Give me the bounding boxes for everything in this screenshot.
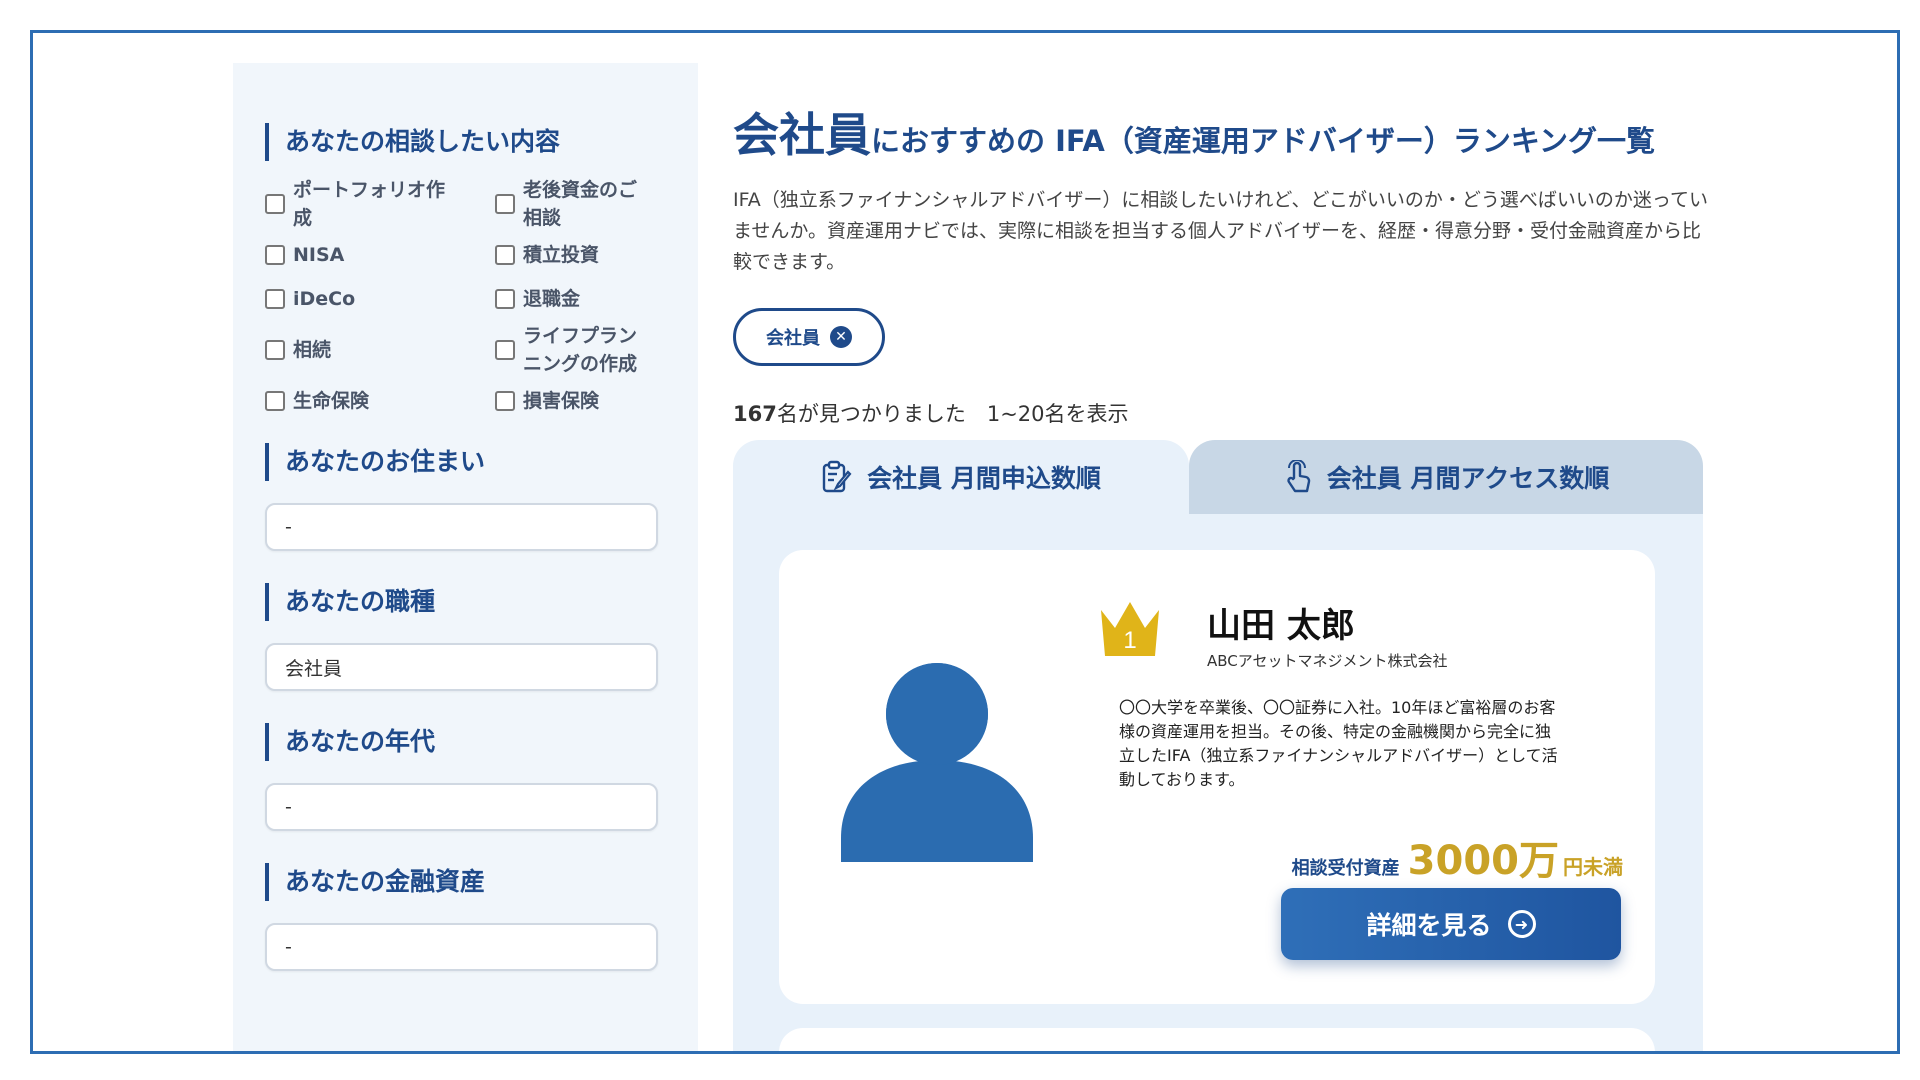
- arrow-right-icon: ➜: [1507, 910, 1536, 938]
- option-label: 生命保険: [293, 390, 370, 412]
- consult-heading: あなたの相談したい内容: [265, 123, 666, 161]
- tab-monthly-access[interactable]: 会社員 月間アクセス数順: [1189, 440, 1703, 514]
- advisor-company: ABCアセットマネジメント株式会社: [1207, 652, 1448, 670]
- advisor-name: 山田 太郎: [1207, 606, 1355, 646]
- occupation-select[interactable]: 会社員: [265, 643, 658, 691]
- tab-monthly-applications[interactable]: 会社員 月間申込数順: [733, 440, 1189, 514]
- next-advisor-card[interactable]: [779, 1028, 1655, 1051]
- checkbox[interactable]: [265, 194, 285, 214]
- checkbox[interactable]: [265, 245, 285, 265]
- option-life-plan[interactable]: ライフプランニングの作成: [495, 321, 665, 379]
- option-nonlife-insurance[interactable]: 損害保険: [495, 379, 665, 423]
- result-number: 167: [733, 402, 777, 426]
- option-label: NISA: [293, 244, 345, 266]
- advisor-card[interactable]: 1 山田 太郎 ABCアセットマネジメント株式会社 〇〇大学を卒業後、〇〇証券に…: [779, 550, 1655, 1004]
- age-heading: あなたの年代: [265, 723, 666, 761]
- chip-label: 会社員: [766, 328, 820, 349]
- checkbox[interactable]: [495, 194, 515, 214]
- checkbox[interactable]: [265, 340, 285, 360]
- occupation-heading: あなたの職種: [265, 583, 666, 621]
- result-count: 167名が見つかりました 1~20名を表示: [733, 398, 1723, 428]
- asset-range: 相談受付資産 3000万 円未満: [1292, 828, 1623, 886]
- option-portfolio[interactable]: ポートフォリオ作成: [265, 175, 495, 233]
- detail-button[interactable]: 詳細を見る ➜: [1281, 888, 1621, 960]
- main-content: 会社員におすすめの IFA（資産運用アドバイザー）ランキング一覧 IFA（独立系…: [733, 63, 1723, 1051]
- tap-hand-icon: [1287, 460, 1310, 493]
- option-label: 相続: [293, 339, 332, 361]
- option-retirement-funds[interactable]: 老後資金のご相談: [495, 175, 665, 233]
- page-frame: あなたの相談したい内容 ポートフォリオ作成 老後資金のご相談 NISA 積立投資…: [30, 30, 1900, 1054]
- asset-label: 相談受付資産: [1291, 858, 1400, 879]
- option-label: 損害保険: [523, 390, 600, 412]
- checkbox[interactable]: [265, 391, 285, 411]
- age-select[interactable]: -: [265, 783, 658, 831]
- asset-amount: 3000万: [1407, 838, 1559, 884]
- option-ideco[interactable]: iDeCo: [265, 277, 495, 321]
- assets-select[interactable]: -: [265, 923, 658, 971]
- checkbox[interactable]: [495, 245, 515, 265]
- tab-label: 会社員 月間申込数順: [867, 464, 1101, 493]
- option-label: ライフプランニングの作成: [523, 325, 638, 375]
- clipboard-edit-icon: [822, 460, 852, 493]
- crown-icon: 1: [1101, 602, 1159, 656]
- ranking-tabs: 会社員 月間申込数順 会社員 月間アクセス数順: [733, 440, 1703, 514]
- active-filter-chip[interactable]: 会社員 ✕: [733, 308, 885, 366]
- lead-text: IFA（独立系ファイナンシャルアドバイザー）に相談したいけれど、どこがいいのか・…: [733, 189, 1708, 273]
- advisor-description: 〇〇大学を卒業後、〇〇証券に入社。10年ほど富裕層のお客様の資産運用を担当。その…: [1119, 698, 1558, 789]
- asset-unit: 円未満: [1563, 855, 1623, 879]
- checkbox[interactable]: [495, 340, 515, 360]
- avatar: [841, 662, 1033, 862]
- rank-number: 1: [1123, 627, 1136, 654]
- result-text: 名が見つかりました 1~20名を表示: [776, 402, 1129, 426]
- checkbox[interactable]: [495, 391, 515, 411]
- residence-heading: あなたのお住まい: [265, 443, 666, 481]
- detail-button-label: 詳細を見る: [1366, 911, 1492, 940]
- option-label: 積立投資: [523, 244, 600, 266]
- ranking-panel: 1 山田 太郎 ABCアセットマネジメント株式会社 〇〇大学を卒業後、〇〇証券に…: [733, 514, 1703, 1051]
- close-icon[interactable]: ✕: [830, 326, 852, 348]
- option-label: 老後資金のご相談: [523, 179, 638, 229]
- option-nisa[interactable]: NISA: [265, 233, 495, 277]
- checkbox[interactable]: [265, 289, 285, 309]
- option-label: ポートフォリオ作成: [293, 179, 446, 229]
- residence-select[interactable]: -: [265, 503, 658, 551]
- option-label: 退職金: [523, 288, 581, 310]
- assets-heading: あなたの金融資産: [265, 863, 666, 901]
- option-label: iDeCo: [293, 288, 356, 310]
- title-rest: におすすめの IFA（資産運用アドバイザー）ランキング一覧: [871, 124, 1655, 158]
- option-severance[interactable]: 退職金: [495, 277, 665, 321]
- tab-label: 会社員 月間アクセス数順: [1326, 464, 1610, 493]
- option-life-insurance[interactable]: 生命保険: [265, 379, 495, 423]
- option-tsumitate[interactable]: 積立投資: [495, 233, 665, 277]
- filter-sidebar: あなたの相談したい内容 ポートフォリオ作成 老後資金のご相談 NISA 積立投資…: [233, 63, 698, 1051]
- option-inheritance[interactable]: 相続: [265, 321, 495, 379]
- consult-options: ポートフォリオ作成 老後資金のご相談 NISA 積立投資 iDeCo 退職金 相…: [265, 175, 666, 423]
- title-occupation: 会社員: [733, 108, 871, 162]
- page-title: 会社員におすすめの IFA（資産運用アドバイザー）ランキング一覧: [733, 105, 1723, 171]
- checkbox[interactable]: [495, 289, 515, 309]
